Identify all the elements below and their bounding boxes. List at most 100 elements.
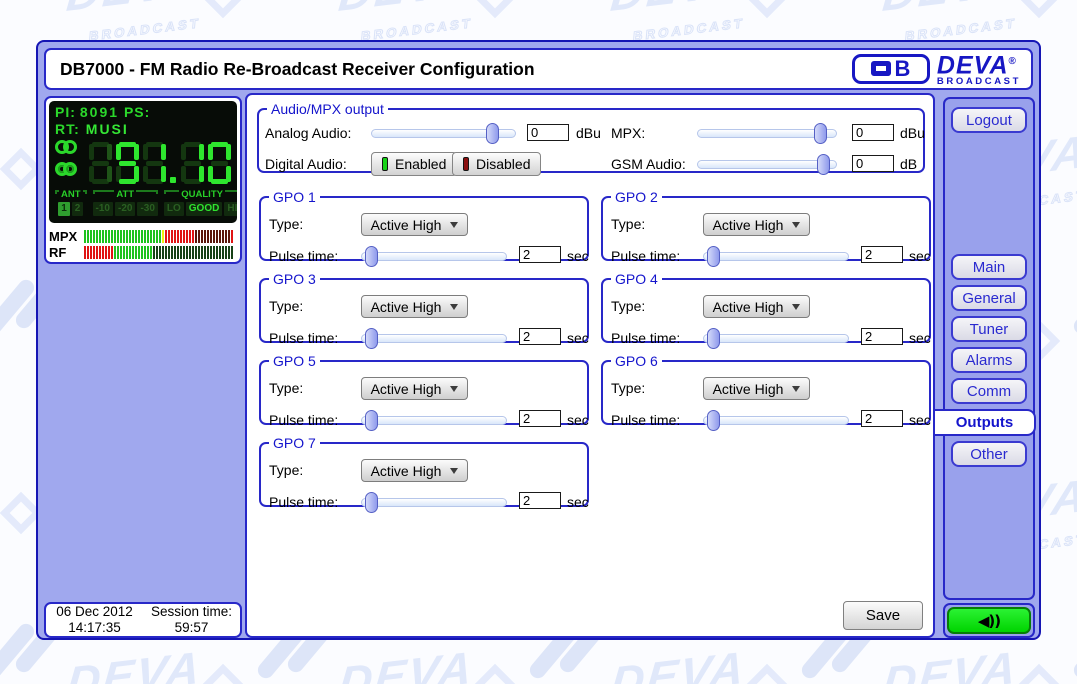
db-monogram-icon: B [851,53,930,84]
save-button[interactable]: Save [843,601,923,630]
mpx-label: MPX: [611,125,646,141]
sidebar-item-outputs[interactable]: Outputs [935,409,1036,436]
frequency-digit [116,142,139,184]
gpo-7-type-label: Type: [269,462,304,478]
audio-monitor-panel: ◀)) [943,603,1035,638]
gpo-5-pulse-slider[interactable] [361,410,507,431]
chevron-down-icon [792,386,801,392]
gsm-audio-slider-thumb[interactable] [816,154,830,175]
indicator-1: 1 [58,202,70,216]
gpo-1-type-label: Type: [269,216,304,232]
gsm-audio-slider[interactable] [697,154,837,175]
gpo-2-pulse-unit: sec [909,248,931,264]
gpo-4-pulse-value-input[interactable]: 2 [861,328,903,345]
gpo-2-pulse-slider-thumb[interactable] [706,246,720,267]
gpo-4-section: GPO 4 Type: Active High Pulse time: 2 sec [601,271,931,349]
gpo-5-pulse-slider-thumb[interactable] [364,410,378,431]
digital-audio-label: Digital Audio: [265,156,347,172]
gpo-7-type-select[interactable]: Active High [361,459,468,482]
sidebar: Logout Main General Tuner Alarms Comm Ou… [935,97,1036,600]
sidebar-item-general[interactable]: General [951,285,1027,311]
gpo-5-legend: GPO 5 [273,353,316,369]
gpo-5-type-value: Active High [370,380,442,397]
frequency-digit [89,142,112,184]
mpx-meter-label: MPX [49,228,78,244]
mpx-unit: dBu [900,125,925,141]
mpx-value-input[interactable]: 0 [852,124,894,141]
gpo-2-pulse-slider[interactable] [703,246,849,267]
gsm-audio-value-input[interactable]: 0 [852,155,894,172]
chevron-down-icon [450,304,459,310]
indicator-lo: LO [163,202,184,216]
gpo-2-pulse-value-input[interactable]: 2 [861,246,903,263]
indicator-group-quality: QUALITY LO GOOD HI [163,190,237,216]
chevron-down-icon [450,222,459,228]
analog-audio-slider[interactable] [371,123,516,144]
mpx-slider[interactable] [697,123,837,144]
logout-button[interactable]: Logout [951,107,1027,133]
session-time-label: Session time: [150,604,233,619]
speaker-button[interactable]: ◀)) [947,607,1031,634]
outputs-settings-panel: Audio/MPX output Analog Audio: 0 dBu MPX… [245,93,935,638]
indicator-m30: -30 [137,202,158,216]
datetime-panel: 06 Dec 2012 14:17:35 Session time: 59:57 [44,602,242,638]
gsm-audio-unit: dB [900,156,918,172]
gpo-4-pulse-slider-thumb[interactable] [706,328,720,349]
gpo-6-type-select[interactable]: Active High [703,377,810,400]
gpo-6-pulse-label: Pulse time: [611,412,681,428]
sidebar-item-comm[interactable]: Comm [951,378,1027,404]
gpo-1-pulse-label: Pulse time: [269,248,339,264]
gpo-1-pulse-slider-thumb[interactable] [364,246,378,267]
gpo-3-pulse-slider[interactable] [361,328,507,349]
logo-subtitle: BROADCAST [936,76,1021,88]
sidebar-item-other[interactable]: Other [951,441,1027,467]
gpo-4-type-value: Active High [712,298,784,315]
gpo-7-pulse-slider-thumb[interactable] [364,492,378,513]
gpo-4-pulse-slider[interactable] [703,328,849,349]
gpo-1-pulse-value-input[interactable]: 2 [519,246,561,263]
gpo-6-pulse-value-input[interactable]: 2 [861,410,903,427]
gpo-5-type-select[interactable]: Active High [361,377,468,400]
gpo-1-pulse-unit: sec [567,248,589,264]
db-monogram-b: B [894,55,911,81]
analog-audio-value-input[interactable]: 0 [527,124,569,141]
gpo-1-pulse-slider[interactable] [361,246,507,267]
rds-icon [55,162,77,176]
gpo-6-pulse-slider-thumb[interactable] [706,410,720,431]
indicator-group-ant: ANT 1 2 [55,190,87,216]
gsm-audio-label: GSM Audio: [611,156,686,172]
rt-value: MUSI [85,121,129,137]
gpo-6-pulse-slider[interactable] [703,410,849,431]
lcd-pi-ps-line: PI: 8091 PS: [55,104,231,121]
gpo-1-type-select[interactable]: Active High [361,213,468,236]
gpo-3-pulse-value-input[interactable]: 2 [519,328,561,345]
analog-audio-slider-thumb[interactable] [486,123,500,144]
enabled-led-icon [382,157,388,171]
gpo-1-legend: GPO 1 [273,189,316,205]
frequency-display [89,142,231,184]
mpx-slider-thumb[interactable] [814,123,828,144]
gpo-7-pulse-slider[interactable] [361,492,507,513]
frequency-row [55,139,231,187]
gpo-7-pulse-value-input[interactable]: 2 [519,492,561,509]
date-time-column: 06 Dec 2012 14:17:35 [46,604,143,636]
frequency-digit [181,142,204,184]
digital-audio-disabled-button[interactable]: Disabled [452,152,542,176]
digital-audio-enabled-button[interactable]: Enabled [371,152,458,176]
gpo-4-type-select[interactable]: Active High [703,295,810,318]
gpo-2-legend: GPO 2 [615,189,658,205]
gpo-5-pulse-value-input[interactable]: 2 [519,410,561,427]
db-monogram-d [871,61,892,77]
sidebar-item-tuner[interactable]: Tuner [951,316,1027,342]
gpo-5-section: GPO 5 Type: Active High Pulse time: 2 sec [259,353,589,431]
gpo-3-type-select[interactable]: Active High [361,295,468,318]
gpo-3-pulse-slider-thumb[interactable] [364,328,378,349]
sidebar-item-main[interactable]: Main [951,254,1027,280]
gpo-3-type-value: Active High [370,298,442,315]
gpo-2-type-select[interactable]: Active High [703,213,810,236]
registered-mark: ® [1008,55,1017,67]
sidebar-item-alarms[interactable]: Alarms [951,347,1027,373]
rf-meter: RF [49,244,237,260]
session-timer: 59:57 [174,620,209,635]
pi-label: PI: [55,104,76,120]
